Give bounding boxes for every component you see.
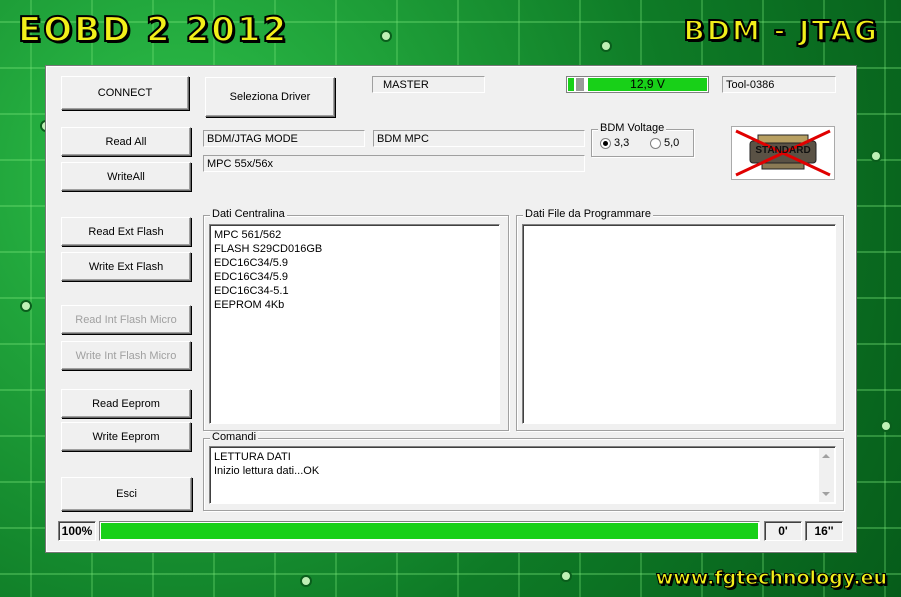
board-pad <box>20 300 32 312</box>
radio-5v0[interactable] <box>650 137 661 149</box>
master-field: MASTER <box>372 76 485 93</box>
voltage-option-label: 3,3 <box>614 137 630 149</box>
time-minutes: 0' <box>764 521 802 541</box>
list-item: EDC16C34/5.9 <box>214 257 288 269</box>
list-item: MPC 561/562 <box>214 229 282 241</box>
voltage-led-separator <box>576 78 584 91</box>
list-item: EDC16C34-5.1 <box>214 285 289 297</box>
bdm-voltage-caption: BDM Voltage <box>598 122 667 134</box>
ecu-data-list[interactable]: MPC 561/562 FLASH S29CD016GB EDC16C34/5.… <box>209 224 500 424</box>
write-ext-flash-button[interactable]: Write Ext Flash <box>61 252 191 281</box>
list-item: EDC16C34/5.9 <box>214 271 288 283</box>
mode-field: BDM/JTAG MODE <box>203 130 365 147</box>
board-pad <box>380 30 392 42</box>
board-pad <box>880 420 892 432</box>
select-driver-button[interactable]: Seleziona Driver <box>205 77 335 117</box>
commands-group: Comandi LETTURA DATI Inizio lettura dati… <box>203 431 844 511</box>
scroll-up-icon[interactable] <box>822 454 830 458</box>
board-pad <box>300 575 312 587</box>
log-line: LETTURA DATI <box>214 451 291 463</box>
list-item: FLASH S29CD016GB <box>214 243 323 255</box>
mode-title: BDM - JTAG <box>682 13 879 48</box>
voltage-option-3v3[interactable]: 3,3 <box>600 137 629 149</box>
voltage-led <box>568 78 574 91</box>
exit-button[interactable]: Esci <box>61 477 192 511</box>
tool-id-field: Tool-0386 <box>722 76 836 93</box>
voltage-option-5v0[interactable]: 5,0 <box>650 137 679 149</box>
file-data-list[interactable] <box>522 224 836 424</box>
board-pad <box>600 40 612 52</box>
ecu-data-group: Dati Centralina MPC 561/562 FLASH S29CD0… <box>203 208 509 431</box>
log-line: Inizio lettura dati...OK <box>214 465 320 477</box>
time-seconds: 16'' <box>805 521 843 541</box>
read-ext-flash-button[interactable]: Read Ext Flash <box>61 217 191 246</box>
commands-scrollbar[interactable] <box>819 448 834 502</box>
read-eeprom-button[interactable]: Read Eeprom <box>61 389 191 418</box>
board-pad <box>870 150 882 162</box>
progress-bar <box>99 521 760 541</box>
commands-log[interactable]: LETTURA DATI Inizio lettura dati...OK <box>209 446 836 504</box>
crossed-out-connector-icon: STANDARD <box>731 126 835 180</box>
bdm-voltage-group: BDM Voltage 3,3 5,0 <box>591 122 694 157</box>
file-data-group: Dati File da Programmare <box>516 208 844 431</box>
standard-label: STANDARD <box>755 145 811 156</box>
file-data-caption: Dati File da Programmare <box>523 208 653 220</box>
connect-button[interactable]: CONNECT <box>61 76 189 110</box>
scroll-down-icon[interactable] <box>822 492 830 496</box>
cpu-field: MPC 55x/56x <box>203 155 585 172</box>
progress-percent: 100% <box>58 521 96 541</box>
app-title: EOBD 2 2012 <box>17 9 289 51</box>
write-all-button[interactable]: WriteAll <box>61 162 191 191</box>
voltage-value: 12,9 V <box>588 78 707 91</box>
main-window: CONNECT Seleziona Driver MASTER 12,9 V T… <box>46 66 856 552</box>
ecu-data-caption: Dati Centralina <box>210 208 287 220</box>
commands-caption: Comandi <box>210 431 259 443</box>
website-link: www.fgtechnology.eu <box>655 567 887 590</box>
read-int-flash-button[interactable]: Read Int Flash Micro <box>61 305 191 334</box>
voltage-indicator: 12,9 V <box>566 76 709 93</box>
voltage-option-label: 5,0 <box>664 137 680 149</box>
list-item: EEPROM 4Kb <box>214 299 285 311</box>
board-pad <box>560 570 572 582</box>
read-all-button[interactable]: Read All <box>61 127 191 156</box>
progress-fill <box>101 523 758 539</box>
write-eeprom-button[interactable]: Write Eeprom <box>61 422 191 451</box>
protocol-field: BDM MPC <box>373 130 585 147</box>
radio-3v3[interactable] <box>600 137 611 149</box>
write-int-flash-button[interactable]: Write Int Flash Micro <box>61 341 191 370</box>
